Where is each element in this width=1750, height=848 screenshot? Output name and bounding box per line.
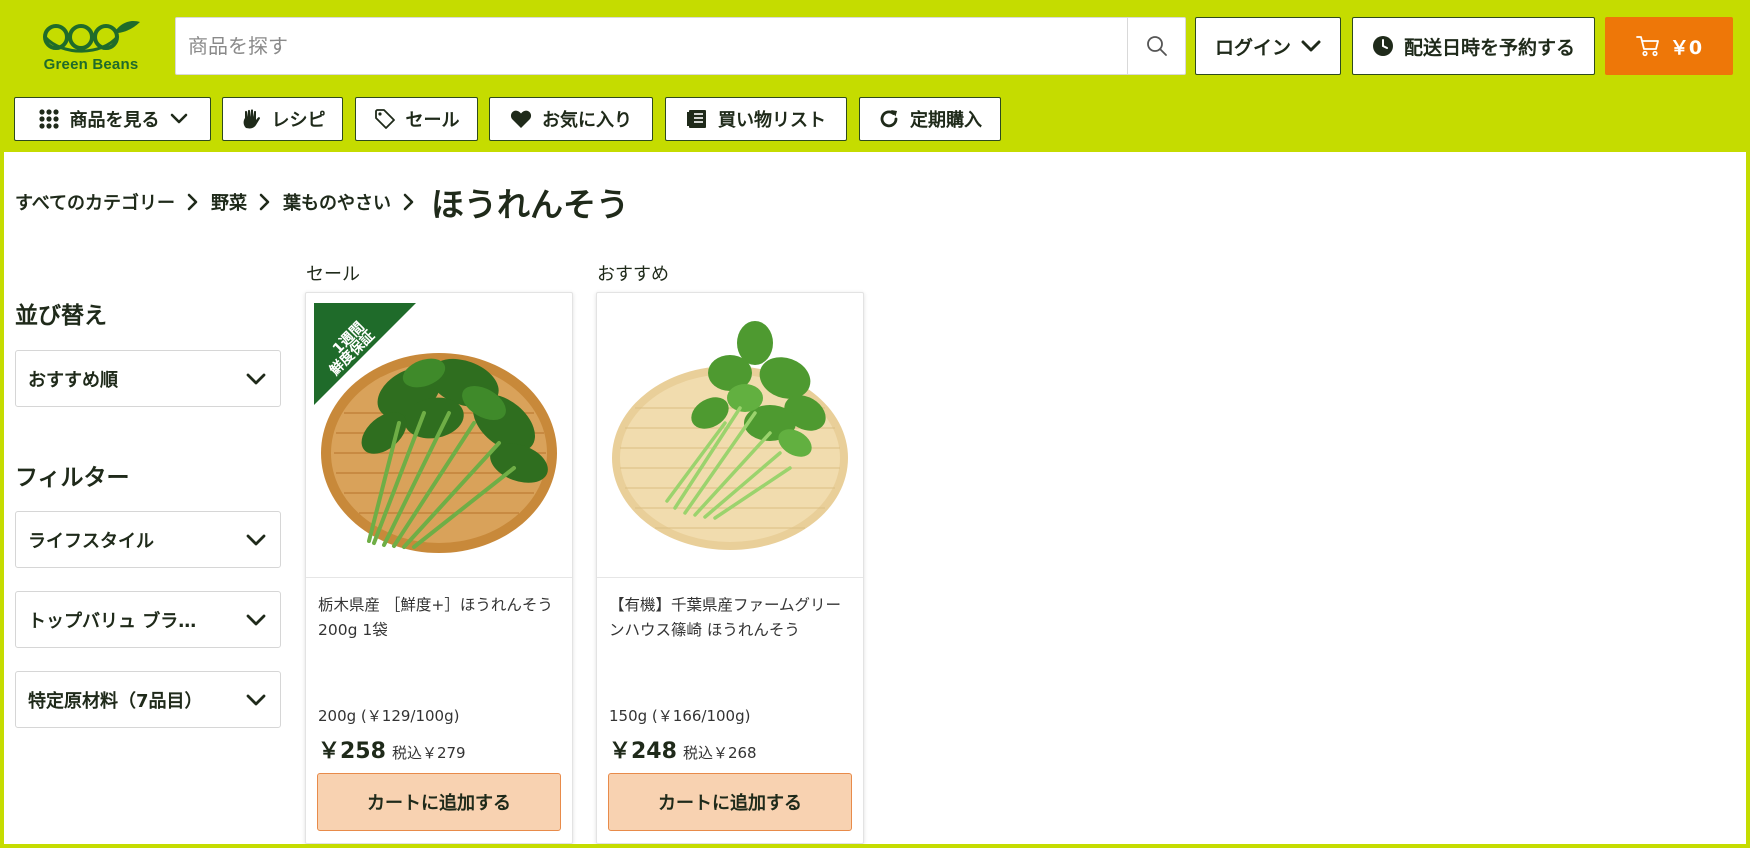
login-button[interactable]: ログイン — [1195, 17, 1341, 75]
login-label: ログイン — [1214, 36, 1291, 59]
list-icon — [687, 110, 706, 128]
chevron-down-icon — [246, 373, 266, 384]
nav-favorites[interactable]: お気に入り — [489, 97, 653, 141]
chevron-down-icon — [1301, 40, 1321, 52]
product-card: 【有機】千葉県産ファームグリーンハウス篠崎 ほうれんそう 150g (￥166/… — [596, 292, 864, 844]
nav-subscription[interactable]: 定期購入 — [859, 97, 1001, 141]
cart-icon — [1635, 36, 1659, 57]
price: ￥258 — [318, 739, 386, 764]
filter-label: トップバリュ ブランド — [28, 610, 213, 632]
page-title: ほうれんそう — [431, 185, 630, 224]
unit-price: 200g (￥129/100g) — [318, 707, 460, 725]
price-row: ￥258 税込￥279 — [318, 733, 466, 765]
chevron-right-icon — [403, 193, 415, 211]
grid-icon — [38, 109, 59, 129]
chevron-down-icon — [170, 113, 187, 124]
peapod-logo-icon — [43, 20, 140, 53]
nav-browse-products[interactable]: 商品を見る — [14, 97, 211, 141]
nav-label: お気に入り — [542, 110, 632, 131]
product-name[interactable]: 【有機】千葉県産ファームグリーンハウス篠崎 ほうれんそう — [609, 593, 853, 643]
chevron-down-icon — [246, 614, 266, 625]
sort-value: おすすめ順 — [28, 369, 118, 391]
product-image[interactable] — [605, 303, 855, 568]
breadcrumb-vegetables[interactable]: 野菜 — [211, 189, 247, 215]
filter-label: 特定原材料（7品目） — [28, 690, 203, 712]
product-name[interactable]: 栃木県産 ［鮮度+］ほうれんそう 200g 1袋 — [318, 593, 562, 643]
nav-recipes[interactable]: レシピ — [222, 97, 343, 141]
nav-sale[interactable]: セール — [355, 97, 478, 141]
reserve-label: 配送日時を予約する — [1403, 36, 1575, 59]
filter-heading: フィルター — [15, 465, 130, 491]
chevron-right-icon — [259, 193, 271, 211]
nav-label: セール — [405, 110, 460, 131]
filter-label: ライフスタイル — [28, 530, 154, 552]
section-label-recommended: おすすめ — [597, 264, 669, 285]
tax-included-price: 税込￥279 — [391, 744, 466, 762]
product-image[interactable]: 1週間 鮮度保証 — [314, 303, 564, 568]
nav-shopping-list[interactable]: 買い物リスト — [665, 97, 847, 141]
filter-lifestyle[interactable]: ライフスタイル — [15, 511, 281, 568]
refresh-icon — [880, 110, 898, 128]
product-card: 1週間 鮮度保証 栃木県産 ［鮮度+］ほうれんそう 200g 1袋 200g (… — [305, 292, 573, 844]
price: ￥248 — [609, 739, 677, 764]
section-label-sale: セール — [306, 264, 360, 285]
divider — [597, 577, 863, 578]
sort-select[interactable]: おすすめ順 — [15, 350, 281, 407]
cart-button[interactable]: ￥0 — [1605, 17, 1733, 75]
cart-total: ￥0 — [1669, 36, 1703, 59]
breadcrumb-all-categories[interactable]: すべてのカテゴリー — [15, 189, 175, 215]
breadcrumb: すべてのカテゴリー 野菜 葉ものやさい ほうれんそう — [15, 180, 629, 224]
reserve-delivery-button[interactable]: 配送日時を予約する — [1352, 17, 1595, 75]
filter-topvalu-brand[interactable]: トップバリュ ブランド — [15, 591, 281, 648]
add-to-cart-button[interactable]: カートに追加する — [317, 773, 561, 831]
nav-label: 定期購入 — [910, 110, 982, 131]
filter-allergens[interactable]: 特定原材料（7品目） — [15, 671, 281, 728]
logo[interactable]: Green Beans — [32, 16, 150, 76]
chevron-right-icon — [187, 193, 199, 211]
breadcrumb-leafy-vegetables[interactable]: 葉ものやさい — [283, 189, 391, 215]
sort-heading: 並び替え — [15, 303, 107, 329]
heart-icon — [510, 110, 532, 128]
search-button[interactable] — [1127, 18, 1185, 74]
add-to-cart-button[interactable]: カートに追加する — [608, 773, 852, 831]
tag-icon — [374, 109, 395, 129]
unit-price: 150g (￥166/100g) — [609, 707, 751, 725]
header: Green Beans ログイン 配送日時を予約する — [4, 4, 1746, 152]
chevron-down-icon — [246, 534, 266, 545]
search-icon — [1146, 36, 1167, 56]
page: Green Beans ログイン 配送日時を予約する — [4, 4, 1746, 844]
tax-included-price: 税込￥268 — [682, 744, 757, 762]
chevron-down-icon — [246, 694, 266, 705]
nav-label: レシピ — [271, 110, 326, 131]
search-input[interactable] — [176, 18, 1125, 74]
clock-icon — [1372, 36, 1393, 56]
hand-icon — [243, 109, 260, 129]
price-row: ￥248 税込￥268 — [609, 733, 757, 765]
nav-label: 商品を見る — [69, 110, 160, 131]
brand-name: Green Beans — [43, 56, 139, 73]
search-box — [175, 17, 1186, 75]
nav-label: 買い物リスト — [718, 110, 826, 131]
divider — [306, 577, 572, 578]
